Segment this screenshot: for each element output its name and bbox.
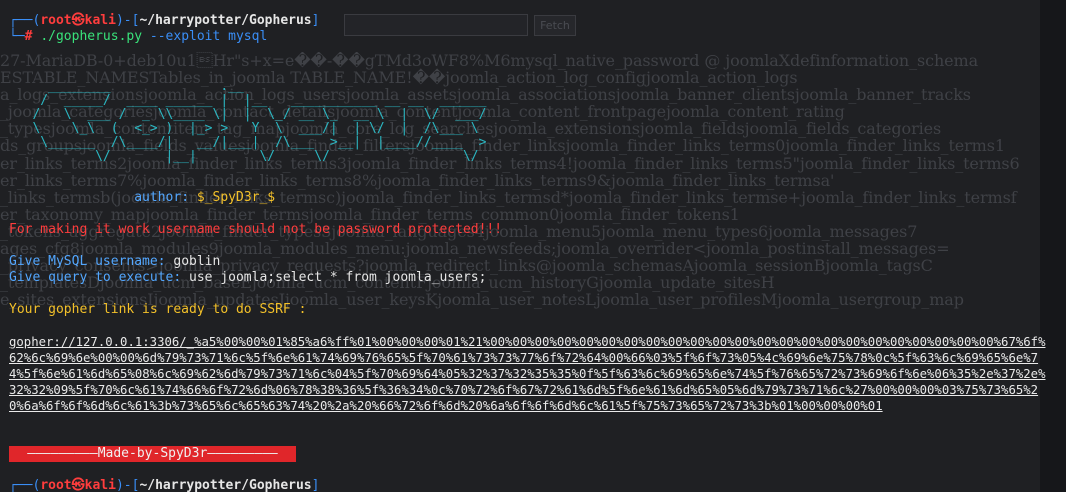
skull-icon: ㉿ xyxy=(71,13,85,28)
query-line: Give query to execute: use joomla;select… xyxy=(9,270,486,286)
skull-icon-2: ㉿ xyxy=(71,478,85,492)
query-value: use joomla;select * from joomla_users; xyxy=(189,270,487,285)
background-fetch-button: Fetch xyxy=(534,15,576,36)
prompt-sep-2: )-[ xyxy=(115,478,140,492)
prompt-user: root xyxy=(40,13,72,28)
username-prompt: Give MySQL username: xyxy=(9,254,166,269)
prompt-corner: ┌──( xyxy=(9,13,41,28)
command-line[interactable]: └─# ./gopherus.py --exploit mysql xyxy=(9,29,267,45)
prompt-symbol: # xyxy=(24,29,33,44)
background-line: er_taxonomy_mapjoomla_finder_termsjoomla… xyxy=(0,204,740,224)
username-value: goblin xyxy=(173,254,221,269)
gopher-link[interactable]: gopher://127.0.0.1:3306/_%a5%00%00%01%85… xyxy=(9,334,1049,414)
prompt-host-2: kali xyxy=(84,478,116,492)
prompt-cwd-2: ~/harrypotter/Gopherus xyxy=(139,478,312,492)
background-url-input xyxy=(344,14,528,36)
ready-message: Your gopher link is ready to do SSRF : xyxy=(9,302,307,317)
background-line: er_links_terms7%joomla_finder_links_term… xyxy=(0,170,835,190)
window-edge xyxy=(1040,0,1066,492)
gopherus-banner: ________ .__ / _____/ ____ ______ | |__ … xyxy=(32,79,487,164)
prompt-close-2: ] xyxy=(311,478,320,492)
prompt-host: kali xyxy=(84,13,116,28)
prompt-close: ] xyxy=(311,13,320,28)
prompt-header: ┌──(root㉿kali)-[~/harrypotter/Gopherus] xyxy=(9,13,319,29)
prompt-header-2: ┌──(root㉿kali)-[~/harrypotter/Gopherus] xyxy=(9,478,319,492)
command-name: ./gopherus.py xyxy=(40,29,143,44)
author-line: author: $_SpyD3r_$ xyxy=(9,190,275,206)
author-label: author: xyxy=(134,190,190,205)
query-prompt: Give query to execute: xyxy=(9,270,182,285)
prompt-corner-bottom: └─ xyxy=(9,29,25,44)
prompt-sep: )-[ xyxy=(115,13,140,28)
command-flag: --exploit mysql xyxy=(149,29,268,44)
prompt-user-2: root xyxy=(40,478,72,492)
prompt-cwd: ~/harrypotter/Gopherus xyxy=(139,13,312,28)
author-value: $_SpyD3r_$ xyxy=(196,190,276,205)
username-line: Give MySQL username: goblin xyxy=(9,254,220,270)
warning-text: For making it work username should not b… xyxy=(9,222,503,237)
made-by-banner: —————————Made-by-SpyD3r————————— xyxy=(9,446,296,462)
prompt-corner-2: ┌──( xyxy=(9,478,41,492)
background-line: 27-MariaDB-0+deb10u1Hr"s+x=e��-��gTMd3o… xyxy=(0,52,979,70)
